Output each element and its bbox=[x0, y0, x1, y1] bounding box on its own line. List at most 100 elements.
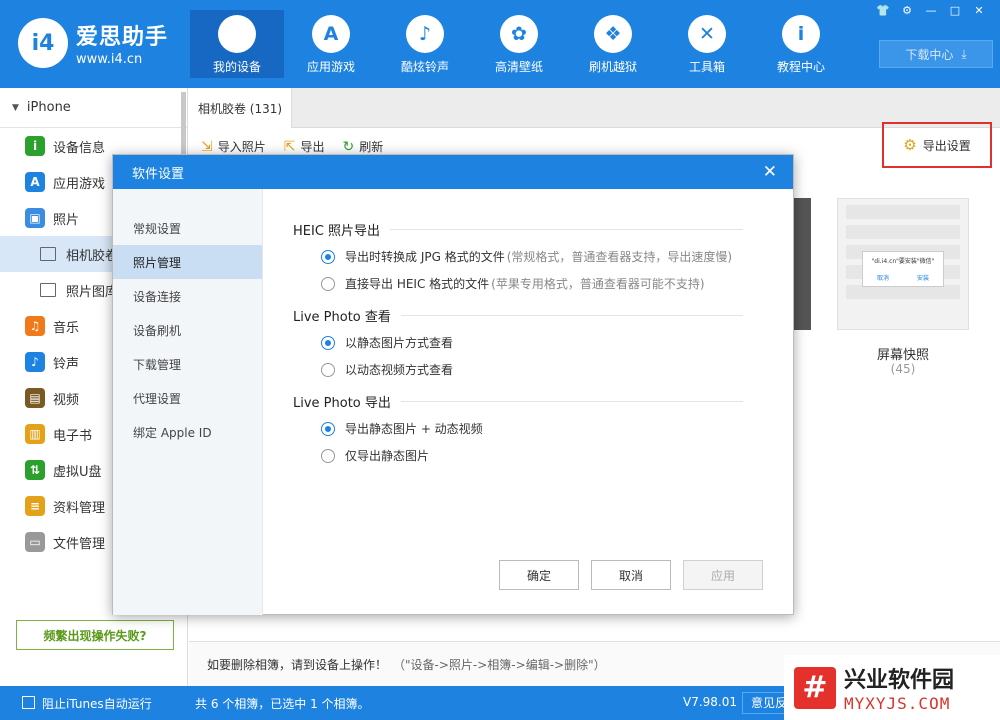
app-store-icon: A bbox=[312, 15, 350, 53]
section-title: Live Photo 查看 bbox=[293, 309, 391, 325]
radio-note: (常规格式，普通查看器支持，导出速度慢) bbox=[506, 250, 733, 264]
album-count: (45) bbox=[890, 362, 916, 376]
radio-option[interactable]: 以动态视频方式查看 bbox=[293, 356, 743, 383]
apply-button[interactable]: 应用 bbox=[683, 560, 763, 590]
close-icon[interactable]: ✕ bbox=[970, 4, 988, 18]
section-divider bbox=[390, 228, 743, 230]
settings-nav-item-2[interactable]: 照片管理 bbox=[113, 245, 262, 279]
download-center-label: 下载中心 bbox=[905, 47, 954, 62]
tools-icon: ✕ bbox=[688, 15, 726, 53]
app-store-icon: A bbox=[25, 172, 45, 192]
tab-camera-roll[interactable]: 相机胶卷 (131) bbox=[189, 88, 292, 128]
settings-nav-item-3[interactable]: 设备连接 bbox=[113, 279, 262, 313]
radio-selected-icon[interactable] bbox=[321, 335, 335, 350]
radio-unselected-icon[interactable] bbox=[321, 276, 335, 291]
nav-item-6[interactable]: ✕ 工具箱 bbox=[660, 10, 754, 78]
settings-nav-item-1[interactable]: 常规设置 bbox=[113, 211, 262, 245]
radio-label: 以静态图片方式查看 bbox=[345, 336, 454, 350]
sidebar-item-label: 铃声 bbox=[53, 356, 80, 372]
nav-item-2[interactable]: A 应用游戏 bbox=[284, 10, 378, 78]
sidebar-item-label: 照片 bbox=[53, 212, 80, 228]
album-thumbnail-partial[interactable] bbox=[793, 198, 811, 330]
minimize-icon[interactable]: — bbox=[922, 4, 940, 18]
radio-option[interactable]: 以静态图片方式查看 bbox=[293, 329, 743, 356]
radio-option[interactable]: 仅导出静态图片 bbox=[293, 442, 743, 469]
nav-item-1[interactable]: 我的设备 bbox=[190, 10, 284, 78]
radio-option[interactable]: 导出时转换成 JPG 格式的文件 (常规格式，普通查看器支持，导出速度慢) bbox=[293, 243, 743, 270]
sidebar-item-label: 应用游戏 bbox=[53, 176, 106, 192]
app-logo: i4 爱思助手 www.i4.cn bbox=[18, 18, 168, 68]
folder-icon bbox=[40, 247, 56, 261]
nav-item-3[interactable]: ♪ 酷炫铃声 bbox=[378, 10, 472, 78]
info-icon: i bbox=[25, 136, 45, 156]
album-thumbnail[interactable]: "di.i4.cn"要安装"微信" 取消 安装 bbox=[837, 198, 969, 330]
radio-note: (苹果专用格式，普通查看器可能不支持) bbox=[491, 277, 705, 291]
settings-dialog: 软件设置 ✕ 常规设置 照片管理 设备连接 设备刷机 下载管理 代理设置 绑定 Apple … bbox=[112, 154, 794, 615]
export-settings-button[interactable]: ⚙ 导出设置 bbox=[882, 122, 992, 168]
bell-icon: ♪ bbox=[25, 352, 45, 372]
dialog-title-bar: 软件设置 ✕ bbox=[113, 155, 793, 189]
radio-label: 导出静态图片 + 动态视频 bbox=[345, 422, 483, 436]
section-divider bbox=[400, 400, 743, 402]
maximize-icon[interactable]: □ bbox=[946, 4, 964, 18]
itunes-block-checkbox[interactable] bbox=[22, 696, 35, 709]
export-settings-label: 导出设置 bbox=[922, 138, 971, 153]
gear-icon[interactable]: ⚙ bbox=[898, 4, 916, 18]
gear-icon: ⚙ bbox=[903, 136, 917, 154]
nav-item-7[interactable]: i 教程中心 bbox=[754, 10, 848, 78]
hint-path: （"设备->照片->相簿->编辑->删除"） bbox=[393, 657, 606, 672]
download-center-button[interactable]: 下载中心 ⤓ bbox=[879, 40, 993, 68]
nav-label: 教程中心 bbox=[776, 60, 825, 74]
nav-item-5[interactable]: ❖ 刷机越狱 bbox=[566, 10, 660, 78]
photo-icon: ▣ bbox=[25, 208, 45, 228]
usb-icon: ⇅ bbox=[25, 460, 45, 480]
radio-unselected-icon[interactable] bbox=[321, 362, 335, 377]
section-heading: Live Photo 导出 bbox=[293, 391, 743, 411]
thumb-row bbox=[846, 205, 960, 219]
dropbox-icon: ❖ bbox=[594, 15, 632, 53]
device-name: iPhone bbox=[26, 100, 71, 115]
device-selector[interactable]: ▼ iPhone bbox=[0, 88, 187, 128]
radio-label: 以动态视频方式查看 bbox=[345, 363, 454, 377]
radio-option[interactable]: 直接导出 HEIC 格式的文件 (苹果专用格式，普通查看器可能不支持) bbox=[293, 270, 743, 297]
radio-selected-icon[interactable] bbox=[321, 249, 335, 264]
app-name: 爱思助手 bbox=[76, 25, 169, 50]
toolbar-import-button[interactable]: ⇲ 导入照片 bbox=[201, 138, 266, 155]
album-title[interactable]: 屏幕快照 bbox=[837, 344, 969, 363]
logo-icon: i4 bbox=[18, 18, 68, 68]
top-bar: i4 爱思助手 www.i4.cn 我的设备 A 应用游戏 ♪ 酷炫铃声 ✿ 高清壁纸 ❖ 刷机… bbox=[0, 0, 1000, 88]
sidebar-item-label: 相机胶卷 bbox=[66, 248, 119, 264]
flower-icon: ✿ bbox=[500, 15, 538, 53]
radio-option[interactable]: 导出静态图片 + 动态视频 bbox=[293, 415, 743, 442]
radio-unselected-icon[interactable] bbox=[321, 448, 335, 463]
document-icon: ≡ bbox=[25, 496, 45, 516]
sidebar-item-label: 音乐 bbox=[53, 320, 80, 336]
settings-nav-item-4[interactable]: 设备刷机 bbox=[113, 313, 262, 347]
nav-label: 工具箱 bbox=[688, 60, 725, 74]
radio-label: 仅导出静态图片 bbox=[345, 449, 430, 463]
cancel-button[interactable]: 取消 bbox=[591, 560, 671, 590]
settings-nav-item-5[interactable]: 下载管理 bbox=[113, 347, 262, 381]
section-divider bbox=[400, 314, 743, 316]
shirt-icon[interactable]: 👕 bbox=[874, 4, 892, 18]
settings-nav-item-6[interactable]: 代理设置 bbox=[113, 381, 262, 415]
main-nav: 我的设备 A 应用游戏 ♪ 酷炫铃声 ✿ 高清壁纸 ❖ 刷机越狱 ✕ 工具箱 i 教程中心 bbox=[190, 10, 848, 78]
album-summary: 共 6 个相簿，已选中 1 个相簿。 bbox=[195, 697, 370, 711]
photo-toolbar: ⇲ 导入照片 ⇱ 导出 ↻ 刷新 bbox=[201, 138, 383, 155]
toolbar-export-button[interactable]: ⇱ 导出 bbox=[284, 138, 325, 155]
nav-label: 酷炫铃声 bbox=[400, 60, 449, 74]
thumb-install-popup: "di.i4.cn"要安装"微信" 取消 安装 bbox=[862, 251, 944, 287]
close-icon[interactable]: ✕ bbox=[763, 162, 777, 182]
frequent-failure-button[interactable]: 频繁出现操作失败? bbox=[16, 620, 174, 650]
folder-icon bbox=[40, 283, 56, 297]
nav-item-4[interactable]: ✿ 高清壁纸 bbox=[472, 10, 566, 78]
sidebar-item-label: 照片图库 bbox=[66, 284, 119, 300]
radio-selected-icon[interactable] bbox=[321, 421, 335, 436]
sidebar-item-label: 文件管理 bbox=[53, 536, 106, 552]
ok-button[interactable]: 确定 bbox=[499, 560, 579, 590]
bell-icon: ♪ bbox=[406, 15, 444, 53]
settings-nav-item-7[interactable]: 绑定 Apple ID bbox=[113, 415, 262, 449]
section-title: HEIC 照片导出 bbox=[293, 223, 381, 239]
itunes-block-label[interactable]: 阻止iTunes自动运行 bbox=[42, 695, 152, 712]
toolbar-refresh-button[interactable]: ↻ 刷新 bbox=[343, 138, 384, 155]
